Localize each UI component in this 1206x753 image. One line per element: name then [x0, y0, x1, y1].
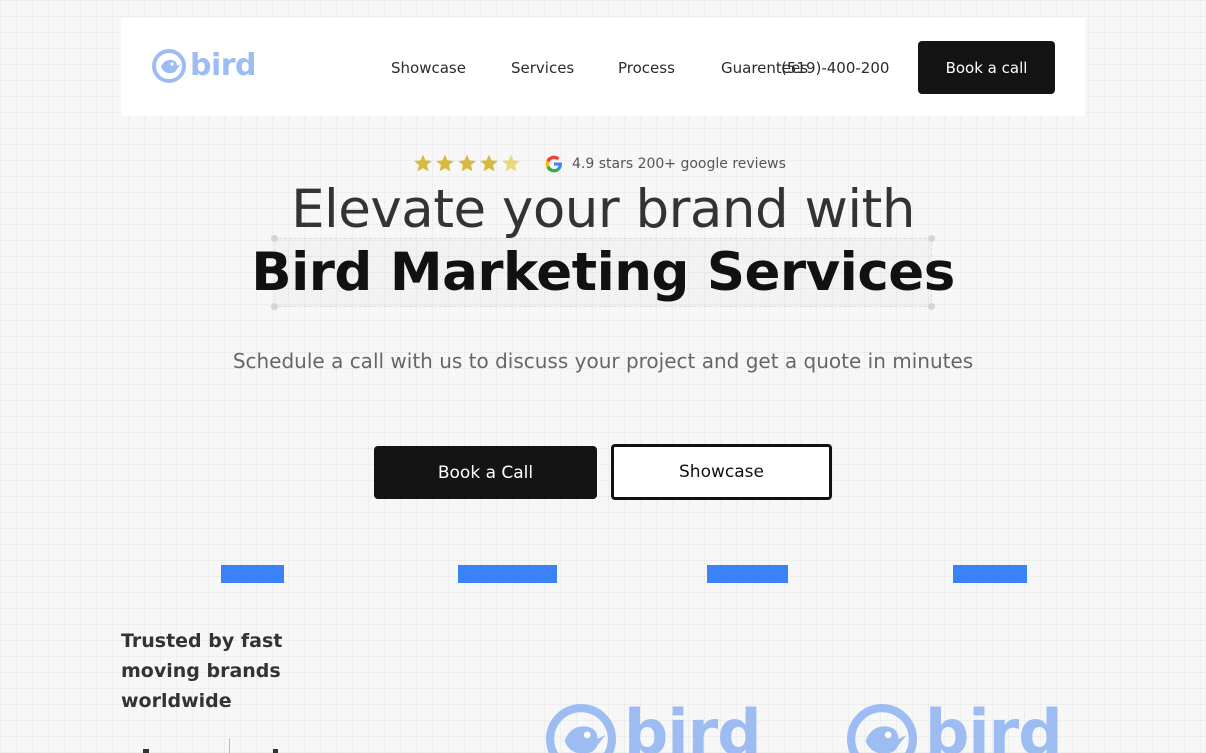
selection-handle — [271, 303, 278, 310]
book-call-nav-button[interactable]: Book a call — [918, 41, 1055, 94]
top-navbar: bird Showcase Services Process Guarentee… — [121, 18, 1085, 116]
cropped-logo-strip — [121, 738, 321, 753]
bird-logo-icon — [152, 49, 186, 83]
logo-text: bird — [190, 48, 257, 83]
accent-bar — [707, 565, 788, 583]
brand-logo-text: bird — [925, 696, 1063, 753]
accent-bar — [221, 565, 284, 583]
brand-logo[interactable]: bird — [152, 48, 257, 83]
nav-link-services[interactable]: Services — [511, 57, 574, 79]
bird-logo-icon — [847, 704, 917, 753]
book-call-button[interactable]: Book a Call — [374, 446, 597, 499]
rating-text: 4.9 stars 200+ google reviews — [572, 156, 786, 172]
selection-handle — [928, 303, 935, 310]
star-icon — [412, 153, 434, 175]
nav-link-process[interactable]: Process — [618, 57, 675, 79]
brand-logo-large: bird — [847, 700, 1063, 753]
star-rating — [412, 153, 522, 175]
google-icon — [545, 155, 562, 173]
hero-subheadline: Schedule a call with us to discuss your … — [232, 349, 974, 373]
bird-logo-icon — [546, 704, 616, 753]
star-icon — [478, 153, 500, 175]
trusted-by-text: Trusted by fast moving brands worldwide — [121, 630, 283, 712]
showcase-button[interactable]: Showcase — [611, 444, 832, 500]
brand-logo-text: bird — [624, 696, 762, 753]
accent-bar — [458, 565, 557, 583]
rating-row: 4.9 stars 200+ google reviews — [412, 153, 786, 175]
star-icon — [434, 153, 456, 175]
phone-number[interactable]: (519)-400-200 — [781, 57, 889, 79]
star-icon — [456, 153, 478, 175]
accent-bar — [953, 565, 1027, 583]
star-icon — [500, 153, 522, 175]
headline-line-2: Bird Marketing Services — [251, 242, 955, 303]
hero-headline: Elevate your brand with Bird Marketing S… — [0, 178, 1206, 304]
brand-logo-large: bird — [546, 700, 762, 753]
headline-line-1: Elevate your brand with — [291, 179, 915, 240]
nav-link-showcase[interactable]: Showcase — [391, 57, 466, 79]
